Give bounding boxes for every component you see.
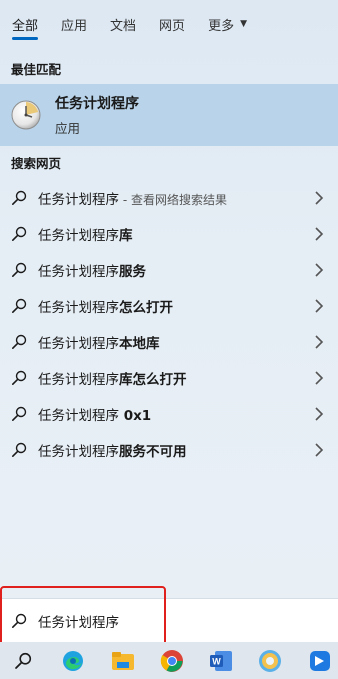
result-bold: 本地库 [119,336,160,352]
search-icon [11,370,27,385]
edge-icon[interactable] [58,646,88,676]
result-bold: 怎么打开 [119,300,173,316]
search-icon [11,613,27,628]
web-result-item[interactable]: 任务计划程序服务不可用 [0,432,338,468]
chevron-down-icon: ▼ [240,19,247,29]
web-results-list: 任务计划程序 - 查看网络搜索结果 任务计划程序库 任务计划程序服务 任务计划程序怎么… [0,180,338,468]
result-prefix: 任务计划程序 [38,192,119,208]
file-explorer-icon[interactable] [108,646,138,676]
web-result-label: 任务计划程序库怎么打开 [38,368,187,388]
result-prefix: 任务计划程序 [38,444,119,460]
tab-documents[interactable]: 文档 [110,0,136,48]
notes-app-icon[interactable] [305,646,335,676]
result-prefix: 任务计划程序 [38,300,119,316]
web-result-label: 任务计划程序库 [38,224,133,244]
tab-all[interactable]: 全部 [12,0,39,48]
tab-apps[interactable]: 应用 [61,0,87,48]
result-bold: 库 [119,228,133,244]
web-search-heading: 搜索网页 [11,156,62,171]
web-result-item[interactable]: 任务计划程序 - 查看网络搜索结果 [0,180,338,216]
tab-more[interactable]: 更多 ▼ [208,0,247,48]
search-icon [11,442,27,457]
web-result-label: 任务计划程序服务不可用 [38,440,187,460]
result-bold: 服务 [119,264,146,280]
best-match-subtitle: 应用 [55,121,81,136]
result-bold: 0x1 [119,408,152,424]
app-icon[interactable] [255,646,285,676]
tab-all-label: 全部 [12,18,39,34]
word-icon[interactable]: W [206,646,236,676]
result-prefix: 任务计划程序 [38,408,119,424]
chevron-right-icon [315,299,324,313]
chevron-right-icon [315,263,324,277]
svg-text:W: W [212,657,221,667]
search-icon [11,406,27,421]
chevron-right-icon [315,191,324,205]
best-match-title: 任务计划程序 [55,96,139,112]
web-result-item[interactable]: 任务计划程序 0x1 [0,396,338,432]
best-match-heading: 最佳匹配 [11,62,62,77]
search-icon [11,334,27,349]
result-bold: 服务不可用 [119,444,187,460]
result-bold: 库怎么打开 [119,372,187,388]
web-result-label: 任务计划程序 0x1 [38,404,151,424]
web-result-label: 任务计划程序服务 [38,260,146,280]
web-result-item[interactable]: 任务计划程序库怎么打开 [0,360,338,396]
web-result-label: 任务计划程序怎么打开 [38,296,173,316]
tab-web[interactable]: 网页 [159,0,185,48]
search-icon [11,262,27,277]
web-result-item[interactable]: 任务计划程序本地库 [0,324,338,360]
chevron-right-icon [315,371,324,385]
tab-more-label: 更多 [208,18,235,34]
search-tabs: 全部 应用 文档 网页 更多 ▼ [0,0,338,48]
chrome-icon[interactable] [157,646,187,676]
web-result-label: 任务计划程序 - 查看网络搜索结果 [38,188,227,208]
result-prefix: 任务计划程序 [38,372,119,388]
taskbar-search-icon[interactable] [8,646,38,676]
web-result-item[interactable]: 任务计划程序库 [0,216,338,252]
web-result-label: 任务计划程序本地库 [38,332,160,352]
result-prefix: 任务计划程序 [38,264,119,280]
best-match-item[interactable]: 任务计划程序 应用 [0,84,338,146]
task-scheduler-icon [10,99,42,131]
result-prefix: 任务计划程序 [38,228,119,244]
chevron-right-icon [315,407,324,421]
chevron-right-icon [315,335,324,349]
best-match-text: 任务计划程序 应用 [55,93,139,137]
chevron-right-icon [315,443,324,457]
search-input[interactable] [38,612,288,629]
search-box[interactable] [0,598,338,642]
tab-apps-label: 应用 [61,18,88,34]
search-icon [11,226,27,241]
taskbar: W [0,642,338,679]
result-suffix: - 查看网络搜索结果 [119,193,227,207]
tab-documents-label: 文档 [110,18,137,34]
chevron-right-icon [315,227,324,241]
web-result-item[interactable]: 任务计划程序服务 [0,252,338,288]
web-result-item[interactable]: 任务计划程序怎么打开 [0,288,338,324]
search-icon [11,190,27,205]
tab-web-label: 网页 [159,18,186,34]
search-icon [11,298,27,313]
result-prefix: 任务计划程序 [38,336,119,352]
